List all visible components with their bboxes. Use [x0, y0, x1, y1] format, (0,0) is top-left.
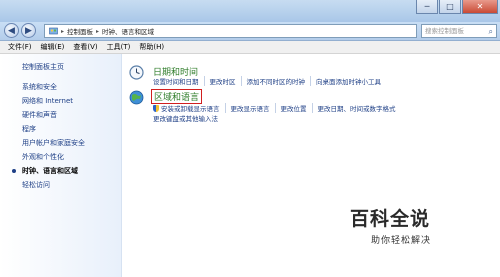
back-button[interactable]: ◀ [4, 23, 19, 38]
menu-file[interactable]: 文件(F) [8, 42, 32, 52]
change-location-link[interactable]: 更改位置 [274, 103, 312, 113]
sidebar-item-network[interactable]: 网络和 Internet [22, 94, 85, 108]
sidebar: 控制面板主页 系统和安全 网络和 Internet 硬件和声音 程序 用户帐户和… [0, 54, 122, 277]
change-timezone-link[interactable]: 更改时区 [203, 76, 241, 86]
title-bar: ─ □ ✕ [0, 0, 500, 22]
globe-icon[interactable] [129, 90, 144, 105]
menu-view[interactable]: 查看(V) [73, 42, 97, 52]
watermark: 百科全说 助你轻松解决 [350, 204, 431, 246]
change-keyboard-link[interactable]: 更改键盘或其他输入法 [153, 113, 223, 123]
menu-tools[interactable]: 工具(T) [107, 42, 131, 52]
menu-help[interactable]: 帮助(H) [139, 42, 164, 52]
install-language-link[interactable]: 安装或卸载显示语言 [153, 103, 225, 113]
menu-bar: 文件(F) 编辑(E) 查看(V) 工具(T) 帮助(H) [0, 41, 500, 54]
region-language-links-row2: 更改键盘或其他输入法 [153, 113, 223, 123]
set-time-date-link[interactable]: 设置时间和日期 [153, 76, 204, 86]
sidebar-item-clock-language-region: 时钟、语言和区域 [12, 164, 85, 178]
uac-shield-icon [153, 105, 159, 112]
sidebar-item-user-accounts[interactable]: 用户帐户和家庭安全 [22, 136, 85, 150]
sidebar-item-appearance[interactable]: 外观和个性化 [22, 150, 85, 164]
date-time-links: 设置时间和日期 更改时区 添加不同时区的时钟 向桌面添加时钟小工具 [153, 76, 386, 86]
search-icon[interactable]: ⌕ [489, 26, 493, 38]
add-clock-gadget-link[interactable]: 向桌面添加时钟小工具 [310, 76, 386, 86]
sidebar-list: 系统和安全 网络和 Internet 硬件和声音 程序 用户帐户和家庭安全 外观… [12, 80, 85, 192]
sidebar-item-ease-of-access[interactable]: 轻松访问 [22, 178, 85, 192]
change-display-language-link[interactable]: 更改显示语言 [224, 103, 275, 113]
sidebar-item-system-security[interactable]: 系统和安全 [22, 80, 85, 94]
breadcrumb-item[interactable]: 控制面板 [67, 26, 93, 36]
window-controls: ─ □ ✕ [416, 0, 498, 14]
control-panel-icon [49, 27, 58, 34]
add-clocks-link[interactable]: 添加不同时区的时钟 [240, 76, 311, 86]
region-language-links: 安装或卸载显示语言 更改显示语言 更改位置 更改日期、时间或数字格式 [153, 103, 401, 113]
forward-button[interactable]: ▶ [21, 23, 36, 38]
watermark-subtitle: 助你轻松解决 [371, 236, 432, 246]
search-placeholder: 搜索控制面板 [425, 27, 464, 35]
clock-icon[interactable] [129, 65, 144, 80]
sidebar-item-hardware-sound[interactable]: 硬件和声音 [22, 108, 85, 122]
breadcrumb-separator-icon: ▸ [61, 27, 65, 35]
sidebar-home-link[interactable]: 控制面板主页 [22, 62, 64, 72]
minimize-button[interactable]: ─ [416, 0, 438, 14]
region-language-title[interactable]: 区域和语言 [151, 89, 203, 104]
main-panel: 日期和时间 设置时间和日期 更改时区 添加不同时区的时钟 向桌面添加时钟小工具 … [121, 54, 500, 277]
maximize-button[interactable]: □ [439, 0, 461, 14]
install-language-label: 安装或卸载显示语言 [161, 105, 220, 113]
watermark-title: 百科全说 [350, 208, 431, 230]
breadcrumb-item[interactable]: 时钟、语言和区域 [102, 26, 154, 36]
change-format-link[interactable]: 更改日期、时间或数字格式 [311, 103, 401, 113]
sidebar-item-programs[interactable]: 程序 [22, 122, 85, 136]
menu-edit[interactable]: 编辑(E) [41, 42, 65, 52]
address-bar[interactable]: ▸ 控制面板 ▸ 时钟、语言和区域 [44, 24, 417, 38]
search-input[interactable]: 搜索控制面板 ⌕ [421, 24, 497, 38]
close-button[interactable]: ✕ [462, 0, 498, 14]
breadcrumb-separator-icon: ▸ [96, 27, 100, 35]
